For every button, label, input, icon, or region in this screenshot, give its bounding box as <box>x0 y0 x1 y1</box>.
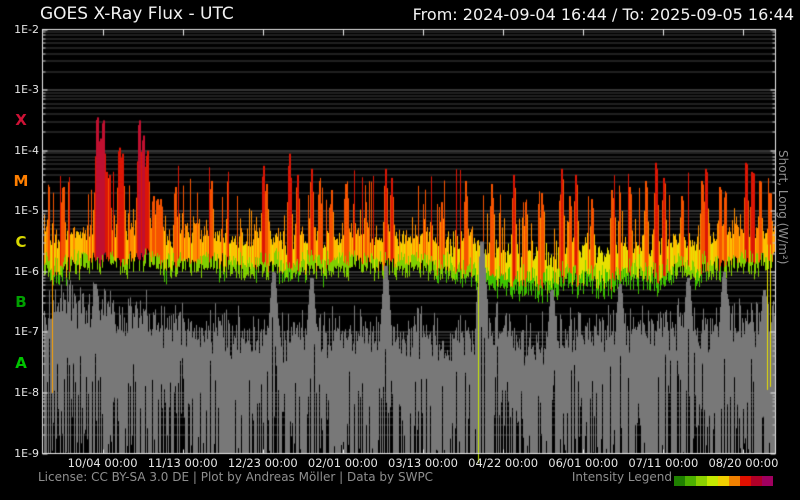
y-axis-tick-label: 1E-2 <box>14 22 39 36</box>
flux-class-label: C <box>15 232 27 251</box>
y-axis-tick-label: 1E-8 <box>14 385 39 399</box>
right-axis-label: Short, Long (W/m²) <box>776 150 790 265</box>
x-axis-tick-label: 07/11 00:00 <box>628 456 699 470</box>
intensity-legend-swatch <box>707 476 718 486</box>
flux-class-label: B <box>15 293 27 312</box>
y-axis-tick-label: 1E-7 <box>14 325 39 339</box>
time-range-label: From: 2024-09-04 16:44 / To: 2025-09-05 … <box>412 5 794 24</box>
y-axis-tick-label: 1E-6 <box>14 264 39 278</box>
intensity-legend-swatch <box>729 476 740 486</box>
intensity-legend-swatch <box>751 476 762 486</box>
x-axis-tick-label: 11/13 00:00 <box>147 456 218 470</box>
flux-chart-canvas <box>0 0 800 500</box>
intensity-legend-swatch <box>696 476 707 486</box>
x-axis-tick-label: 10/04 00:00 <box>67 456 138 470</box>
intensity-legend-swatch <box>740 476 751 486</box>
license-text: License: CC BY-SA 3.0 DE | Plot by Andre… <box>38 470 434 484</box>
intensity-legend-label: Intensity Legend <box>571 470 672 484</box>
intensity-legend-swatch <box>674 476 685 486</box>
goes-xray-flux-plot: GOES X-Ray Flux - UTC From: 2024-09-04 1… <box>0 0 800 500</box>
y-axis-tick-label: 1E-5 <box>14 204 39 218</box>
intensity-legend-bar <box>674 476 773 486</box>
y-axis-tick-label: 1E-9 <box>14 446 39 460</box>
flux-class-label: A <box>15 353 27 372</box>
flux-class-label: M <box>13 171 29 190</box>
intensity-legend-swatch <box>762 476 773 486</box>
page-title: GOES X-Ray Flux - UTC <box>40 4 234 24</box>
x-axis-tick-label: 02/01 00:00 <box>307 456 378 470</box>
flux-class-label: X <box>15 111 27 130</box>
y-axis-tick-label: 1E-4 <box>14 143 39 157</box>
y-axis-tick-label: 1E-3 <box>14 83 39 97</box>
x-axis-tick-label: 03/13 00:00 <box>388 456 458 470</box>
x-axis-tick-label: 08/20 00:00 <box>708 456 779 470</box>
intensity-legend-swatch <box>685 476 696 486</box>
x-axis-tick-label: 12/23 00:00 <box>227 456 298 470</box>
x-axis-tick-label: 06/01 00:00 <box>548 456 619 470</box>
x-axis-tick-label: 04/22 00:00 <box>468 456 539 470</box>
intensity-legend-swatch <box>718 476 729 486</box>
